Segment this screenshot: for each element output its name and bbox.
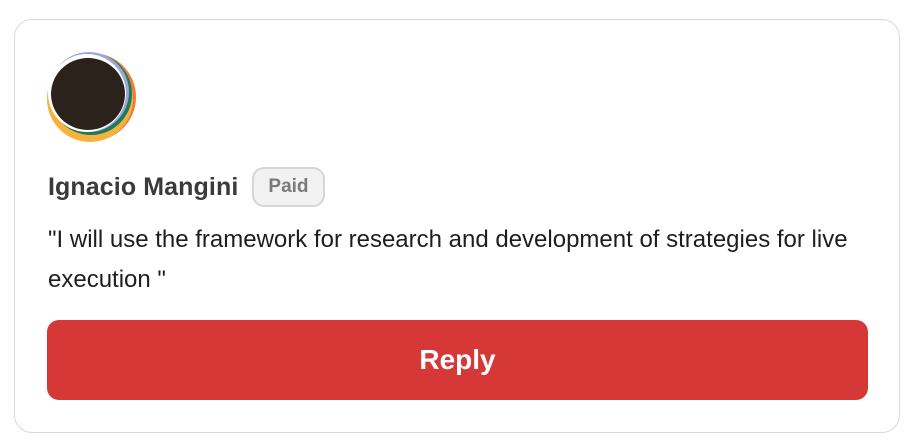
user-avatar-icon[interactable] [47,52,137,142]
reply-button[interactable]: Reply [47,320,868,400]
paid-badge: Paid [252,167,325,207]
author-name: Ignacio Mangini [48,172,239,201]
comment-text: "I will use the framework for research a… [48,226,848,293]
author-row: Ignacio Mangini Paid [48,165,325,209]
comment-card: Ignacio Mangini Paid "I will use the fra… [14,19,900,433]
